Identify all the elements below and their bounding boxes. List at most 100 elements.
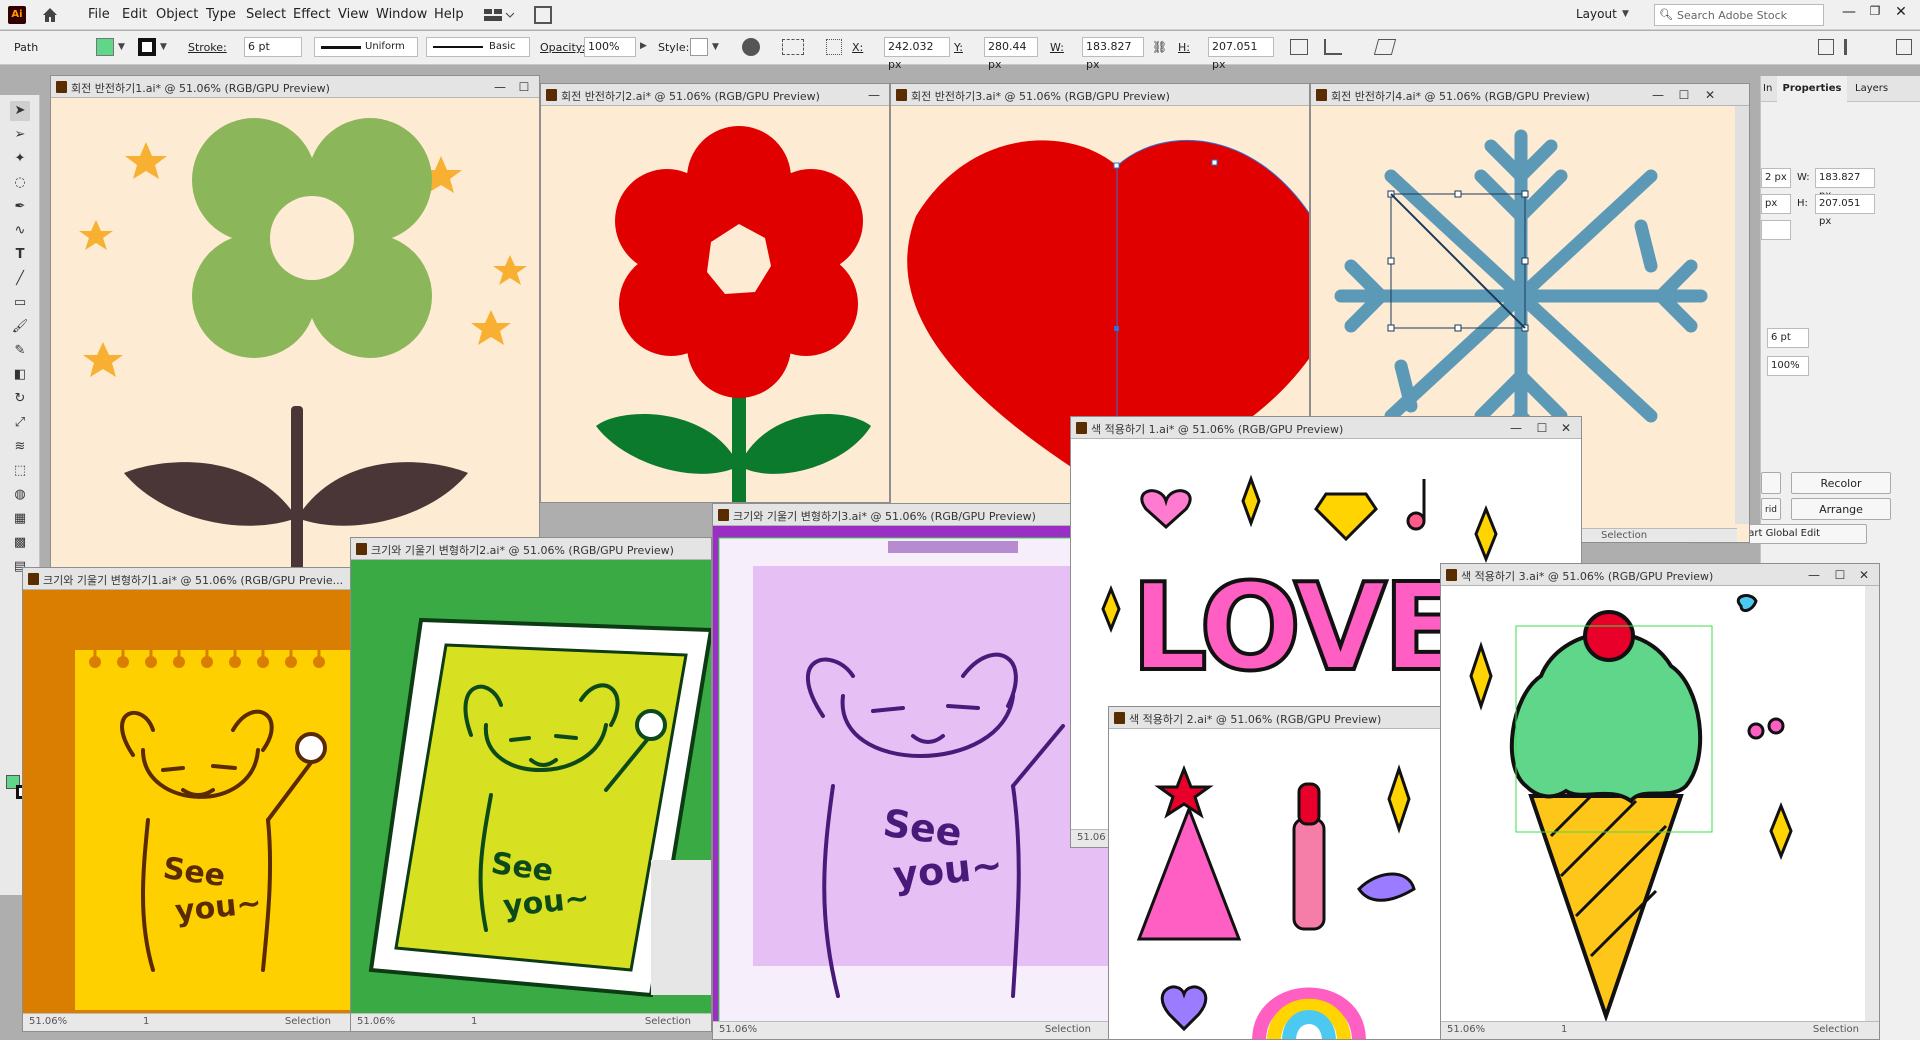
chevron-down-icon[interactable]: ▼ [1622,9,1629,19]
artboard[interactable] [51,98,539,604]
puppet-warp-icon[interactable] [1373,39,1397,55]
home-icon[interactable] [40,5,60,25]
y-field[interactable]: 280.44 px [984,37,1038,71]
lasso-tool-icon[interactable]: ◌ [10,173,30,193]
perspective-grid-tool-icon[interactable]: ▦ [10,509,30,529]
window-titlebar[interactable]: 색 적용하기 1.ai* @ 51.06% (RGB/GPU Preview) … [1071,417,1581,439]
menu-help[interactable]: Help [434,7,464,22]
artboard[interactable] [1109,729,1467,1039]
window-titlebar[interactable]: 회전 반전하기3.ai* @ 51.06% (RGB/GPU Preview) [891,84,1309,106]
zoom-level[interactable]: 51.06% [719,1024,757,1035]
panel-y-field[interactable]: px [1761,194,1791,214]
panel-stroke-field[interactable]: 6 pt [1767,328,1809,348]
fill-swatch[interactable] [96,38,114,56]
pen-tool-icon[interactable]: ✒ [10,197,30,217]
panel-rotate-field[interactable] [1761,220,1791,240]
window-titlebar[interactable]: 색 적용하기 2.ai* @ 51.06% (RGB/GPU Preview) [1109,707,1467,729]
menu-type[interactable]: Type [206,7,236,22]
h-field[interactable]: 207.051 px [1208,37,1274,71]
style-swatch[interactable] [690,38,708,56]
window-titlebar[interactable]: 회전 반전하기4.ai* @ 51.06% (RGB/GPU Preview) … [1311,84,1749,106]
stroke-swatch[interactable] [138,38,156,56]
opacity-field[interactable]: 100% [584,37,636,57]
transform-icon[interactable] [1290,39,1308,55]
minimize-icon[interactable]: — [1805,566,1823,584]
menu-object[interactable]: Object [156,7,198,22]
stroke-weight-field[interactable]: 6 pt [244,37,302,57]
restore-icon[interactable]: ❐ [1864,4,1886,18]
tab-properties[interactable]: Properties [1777,76,1847,102]
maximize-icon[interactable]: ☐ [1675,86,1693,104]
tab-in[interactable]: In [1763,83,1772,94]
mesh-tool-icon[interactable]: ▩ [10,533,30,553]
minimize-icon[interactable]: — [1838,4,1860,20]
window-titlebar[interactable]: 회전 반전하기1.ai* @ 51.06% (RGB/GPU Preview) … [51,76,539,98]
stroke-chevron-icon[interactable]: ▼ [160,42,167,52]
opacity-arrow-icon[interactable]: ▶ [640,41,647,51]
stroke-label[interactable]: Stroke: [188,41,227,54]
vertical-scrollbar[interactable] [1865,586,1879,1021]
window-titlebar[interactable]: 크기와 기울기 변형하기2.ai* @ 51.06% (RGB/GPU Prev… [351,538,711,560]
page-number[interactable]: 1 [143,1016,149,1027]
zoom-level[interactable]: 51.06% [29,1016,67,1027]
minimize-icon[interactable]: — [1507,419,1525,437]
constrain-proportions-icon[interactable]: ⛓ [1152,40,1167,54]
search-stock-box[interactable]: 🔍︎ Search Adobe Stock [1654,4,1824,26]
menu-window[interactable]: Window [376,7,427,22]
zoom-level[interactable]: 51.06% [1447,1024,1485,1035]
shape-builder-tool-icon[interactable]: ◍ [10,485,30,505]
style-chevron-icon[interactable]: ▼ [712,42,719,52]
minimize-icon[interactable]: — [491,78,509,96]
window-titlebar[interactable]: 회전 반전하기2.ai* @ 51.06% (RGB/GPU Preview) … [541,84,889,106]
menu-file[interactable]: File [88,7,110,22]
curvature-tool-icon[interactable]: ∿ [10,221,30,241]
menu-select[interactable]: Select [246,7,286,22]
maximize-icon[interactable]: ☐ [1533,419,1551,437]
shaper-tool-icon[interactable]: ✎ [10,341,30,361]
type-tool-icon[interactable]: T [10,245,30,265]
zoom-level[interactable]: 51.06 [1077,832,1106,843]
panel-x-field[interactable]: 2 px [1761,168,1791,188]
selection-tool-icon[interactable]: ➤ [10,101,30,121]
isolate-icon[interactable] [1324,39,1342,55]
eraser-tool-icon[interactable]: ◧ [10,365,30,385]
direct-selection-tool-icon[interactable]: ➢ [10,125,30,145]
scale-tool-icon[interactable]: ⤢ [10,413,30,433]
maximize-icon[interactable]: ☐ [1831,566,1849,584]
recolor-button[interactable]: Recolor [1791,472,1891,494]
close-icon[interactable]: ✕ [1890,4,1912,20]
artboard[interactable] [1441,586,1879,1039]
recolor-artwork-icon[interactable] [742,38,760,56]
arrange-documents-icon[interactable] [484,7,515,23]
panel-h-field[interactable]: 207.051 px [1815,194,1875,227]
workspace-switcher[interactable]: Layout [1576,7,1617,21]
panel-menu-icon[interactable] [1896,39,1912,55]
align-icon[interactable] [782,39,804,55]
magic-wand-tool-icon[interactable]: ✦ [10,149,30,169]
menu-effect[interactable]: Effect [293,7,330,22]
close-icon[interactable]: ✕ [1701,86,1719,104]
line-tool-icon[interactable]: ╱ [10,269,30,289]
menu-edit[interactable]: Edit [122,7,147,22]
maximize-icon[interactable]: ☐ [515,78,533,96]
artboard[interactable]: See you~ [351,560,711,1031]
window-titlebar[interactable]: 크기와 기울기 변형하기1.ai* @ 51.06% (RGB/GPU Prev… [23,568,351,590]
minimize-icon[interactable]: — [1649,86,1667,104]
x-field[interactable]: 242.032 px [884,37,950,71]
close-icon[interactable]: ✕ [1557,419,1575,437]
align-panel-icon[interactable] [1844,39,1864,55]
tab-layers[interactable]: Layers [1855,83,1888,94]
minimize-icon[interactable]: — [865,86,883,104]
doc-setup-icon[interactable] [1818,39,1834,55]
arrange-button[interactable]: Arrange [1791,498,1891,520]
variable-width-profile[interactable]: Uniform [314,37,418,57]
gpu-preview-icon[interactable] [534,6,552,24]
reference-point-icon[interactable] [826,39,842,55]
vertical-scrollbar[interactable] [1735,106,1749,524]
close-icon[interactable]: ✕ [1855,566,1873,584]
w-field[interactable]: 183.827 px [1082,37,1144,71]
artboard[interactable]: See you~ [23,590,351,1031]
window-titlebar[interactable]: 색 적용하기 3.ai* @ 51.06% (RGB/GPU Preview) … [1441,564,1879,586]
grid-button[interactable]: rid [1761,498,1781,520]
zoom-level[interactable]: 51.06% [357,1016,395,1027]
